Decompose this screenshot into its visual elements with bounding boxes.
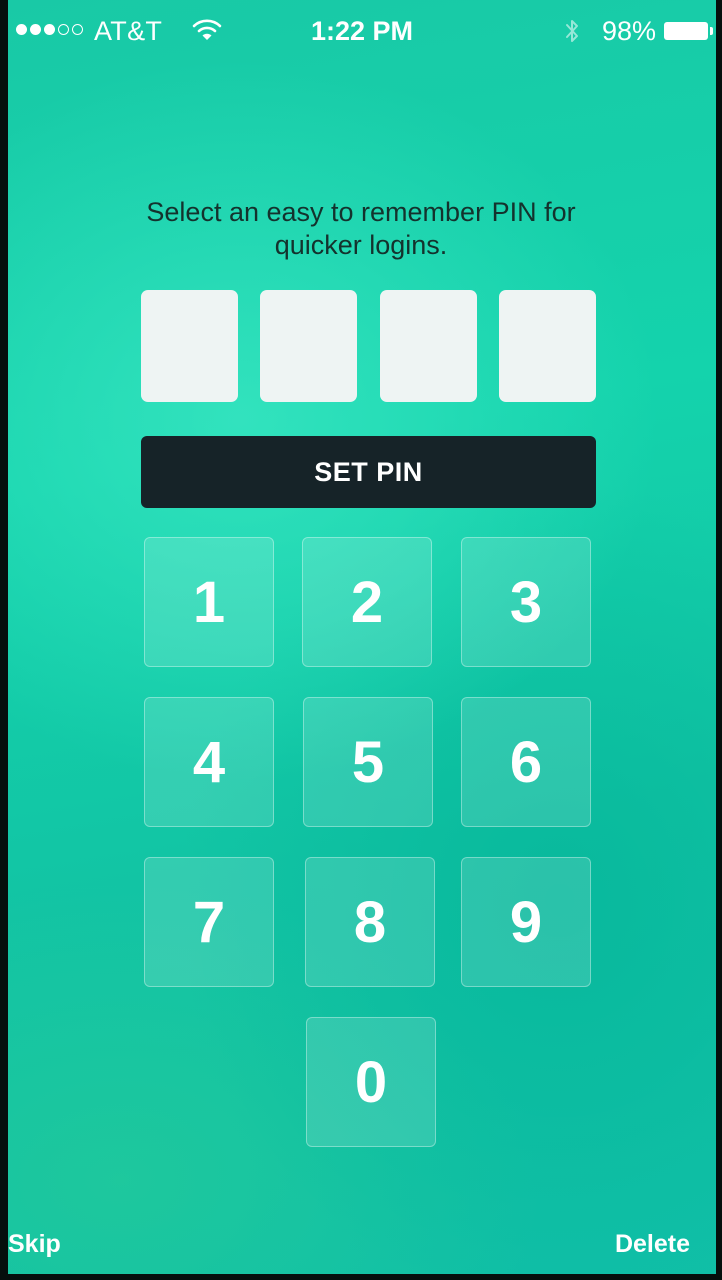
instruction-line-1: Select an easy to remember PIN for	[146, 197, 576, 227]
keypad-key-3[interactable]: 3	[461, 537, 591, 667]
keypad-key-7[interactable]: 7	[144, 857, 274, 987]
delete-button[interactable]: Delete	[615, 1230, 690, 1259]
keypad-key-0[interactable]: 0	[306, 1017, 436, 1147]
instruction-line-2: quicker logins.	[274, 230, 448, 260]
skip-button[interactable]: Skip	[8, 1230, 61, 1259]
battery-icon	[664, 22, 713, 40]
screen-edge-right	[716, 0, 722, 1280]
keypad-key-9[interactable]: 9	[461, 857, 591, 987]
pin-digit-box-3[interactable]	[380, 290, 477, 402]
instruction-text: Select an easy to remember PIN for quick…	[100, 196, 622, 262]
pin-setup-screen: AT&T 1:22 PM 98% Select an easy to remem…	[0, 0, 722, 1280]
battery-percentage: 98%	[601, 16, 656, 46]
screen-edge-bottom	[0, 1274, 722, 1280]
pin-digit-box-2[interactable]	[260, 290, 357, 402]
keypad-key-5[interactable]: 5	[303, 697, 433, 827]
screen-edge-left	[0, 0, 8, 1280]
keypad-key-8[interactable]: 8	[305, 857, 435, 987]
set-pin-button[interactable]: SET PIN	[141, 436, 596, 508]
keypad-key-1[interactable]: 1	[144, 537, 274, 667]
pin-digit-box-1[interactable]	[141, 290, 238, 402]
status-bar: AT&T 1:22 PM 98%	[8, 0, 716, 66]
bluetooth-icon	[566, 20, 578, 42]
keypad-key-2[interactable]: 2	[302, 537, 432, 667]
keypad-key-6[interactable]: 6	[461, 697, 591, 827]
keypad-key-4[interactable]: 4	[144, 697, 274, 827]
pin-digit-box-4[interactable]	[499, 290, 596, 402]
